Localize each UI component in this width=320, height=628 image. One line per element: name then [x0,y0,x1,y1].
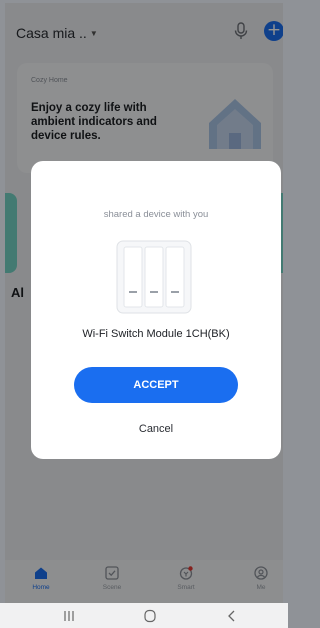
cancel-button[interactable]: Cancel [31,423,281,435]
share-device-dialog: shared a device with you Wi-Fi Switch Mo… [31,161,281,459]
app-screen: Casa mia .. ▼ + Cozy Home Enjoy a cozy li… [5,3,283,603]
recent-apps-icon[interactable] [59,608,79,624]
system-nav-bar [0,603,288,628]
back-icon[interactable] [222,608,242,624]
device-name: Wi-Fi Switch Module 1CH(BK) [82,328,230,340]
accept-button[interactable]: ACCEPT [74,367,238,403]
home-nav-icon[interactable] [140,608,160,624]
dialog-message: shared a device with you [103,209,209,220]
switch-device-icon [116,240,192,314]
